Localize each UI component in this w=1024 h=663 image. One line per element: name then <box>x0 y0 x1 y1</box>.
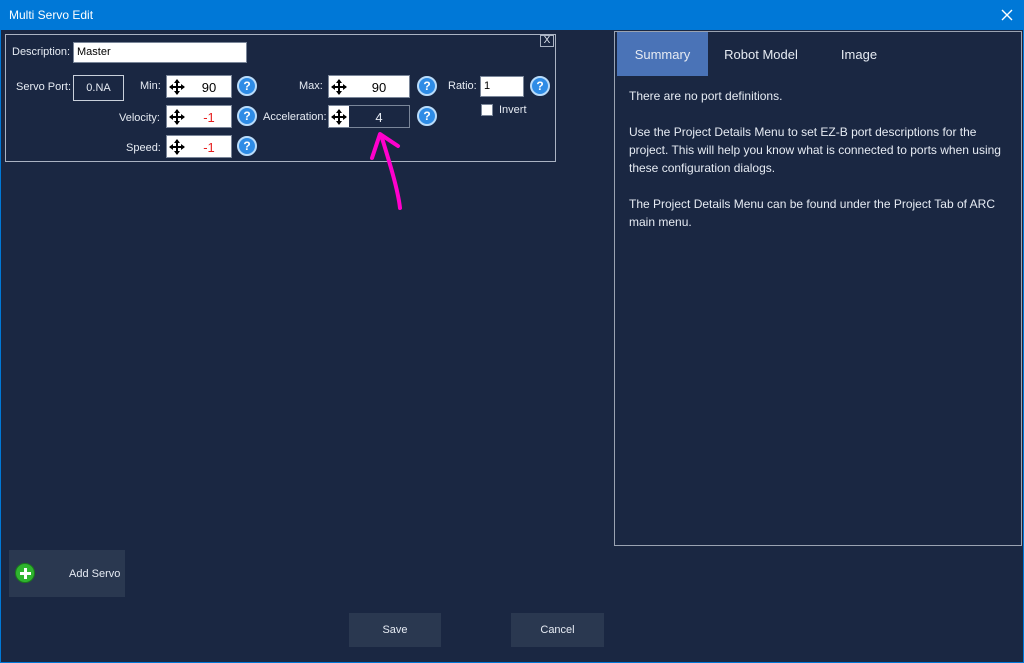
servo-port-button[interactable]: 0.NA <box>73 75 124 101</box>
annotation-arrow-icon <box>370 132 402 210</box>
speed-input[interactable]: -1 <box>166 135 232 158</box>
close-icon <box>1001 9 1013 21</box>
max-value: 90 <box>371 80 387 95</box>
title-bar: Multi Servo Edit <box>0 0 1024 30</box>
save-button[interactable]: Save <box>349 613 441 647</box>
acceleration-help-icon[interactable]: ? <box>417 106 437 126</box>
description-input[interactable]: Master <box>73 42 247 63</box>
velocity-value: -1 <box>203 110 215 125</box>
window-title: Multi Servo Edit <box>9 8 94 22</box>
acceleration-value: 4 <box>375 110 383 125</box>
max-help-icon[interactable]: ? <box>417 76 437 96</box>
ratio-help-icon[interactable]: ? <box>530 76 550 96</box>
min-label: Min: <box>140 80 161 92</box>
window-close-button[interactable] <box>990 0 1024 30</box>
tab-robot-model[interactable]: Robot Model <box>708 32 814 76</box>
servo-port-label: Servo Port: <box>16 81 72 93</box>
move-arrows-icon[interactable] <box>169 79 185 95</box>
speed-label: Speed: <box>126 142 161 154</box>
min-help-icon[interactable]: ? <box>237 76 257 96</box>
ratio-label: Ratio: <box>448 80 477 92</box>
ratio-input[interactable]: 1 <box>480 76 524 97</box>
remove-servo-button[interactable]: X <box>540 35 554 47</box>
velocity-help-icon[interactable]: ? <box>237 106 257 126</box>
move-arrows-icon[interactable] <box>169 109 185 125</box>
invert-checkbox[interactable] <box>481 104 493 116</box>
move-handle[interactable] <box>329 106 349 127</box>
min-value: 90 <box>201 80 217 95</box>
max-label: Max: <box>299 80 323 92</box>
add-servo-label: Add Servo <box>69 568 121 580</box>
tab-image[interactable]: Image <box>814 32 904 76</box>
move-arrows-icon[interactable] <box>331 109 347 125</box>
speed-help-icon[interactable]: ? <box>237 136 257 156</box>
min-input[interactable]: 90 <box>166 75 232 98</box>
acceleration-label: Acceleration: <box>263 111 327 123</box>
summary-no-ports: There are no port definitions. <box>629 89 783 103</box>
velocity-label: Velocity: <box>119 112 160 124</box>
speed-value: -1 <box>203 140 215 155</box>
move-arrows-icon[interactable] <box>331 79 347 95</box>
details-panel <box>614 31 1022 546</box>
move-arrows-icon[interactable] <box>169 139 185 155</box>
add-servo-button[interactable]: Add Servo <box>9 550 125 597</box>
tab-summary[interactable]: Summary <box>617 32 708 76</box>
summary-instructions: Use the Project Details Menu to set EZ-B… <box>629 125 1001 175</box>
max-input[interactable]: 90 <box>328 75 410 98</box>
description-label: Description: <box>12 46 71 58</box>
invert-label: Invert <box>499 104 527 116</box>
velocity-input[interactable]: -1 <box>166 105 232 128</box>
summary-menu-location: The Project Details Menu can be found un… <box>629 197 995 229</box>
add-icon <box>15 563 35 583</box>
cancel-button[interactable]: Cancel <box>511 613 604 647</box>
